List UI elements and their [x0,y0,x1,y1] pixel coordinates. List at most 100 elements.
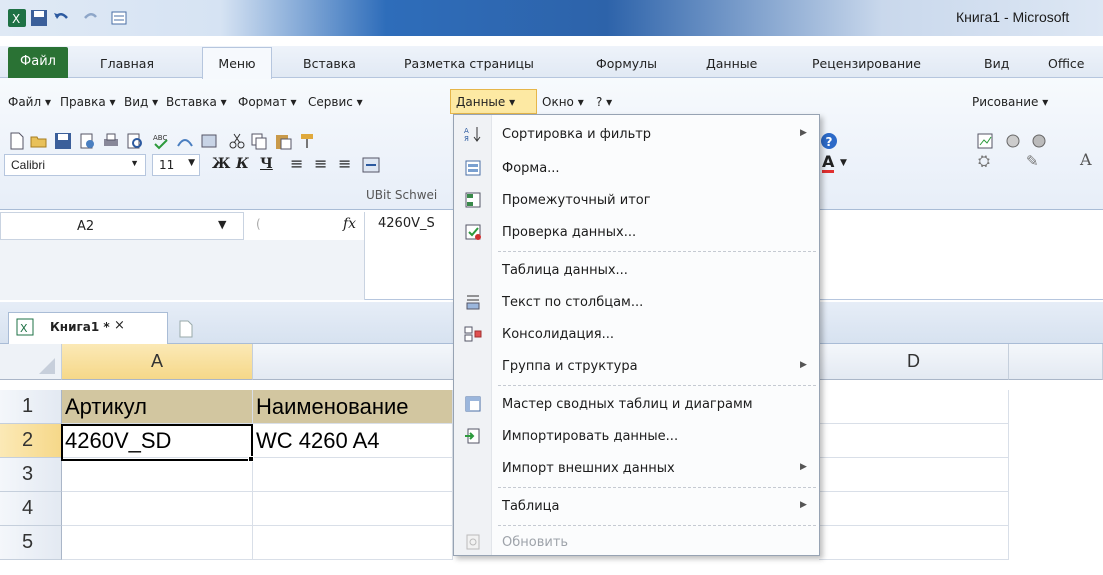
cell-d2[interactable] [819,424,1009,458]
name-box-dropdown-icon[interactable]: ▼ [218,218,226,231]
cell-b1[interactable]: Наименование [253,390,453,424]
menu-item-data-table[interactable]: Таблица данных... [454,255,819,287]
line-color-icon[interactable]: ✎ [1026,152,1039,170]
cell-d4[interactable] [819,492,1009,526]
undo-icon[interactable] [52,9,70,27]
tab-office[interactable]: Office [1048,52,1085,78]
menubar-help[interactable]: ? ▾ [596,95,612,109]
tab-page-layout[interactable]: Разметка страницы [404,52,534,78]
menu-item-group-outline[interactable]: Группа и структура ▶ [454,351,819,383]
row-header-5[interactable]: 5 [0,526,62,560]
cell-b3[interactable] [253,458,453,492]
cell-b4[interactable] [253,492,453,526]
open-folder-icon[interactable] [30,132,48,150]
new-workbook-icon[interactable] [178,320,194,338]
text-font-icon[interactable]: A [1080,150,1092,169]
permission-icon[interactable] [78,132,96,150]
cut-icon[interactable] [228,132,246,150]
select-all-corner[interactable] [0,344,62,380]
cell-d3[interactable] [819,458,1009,492]
fill-handle[interactable] [248,456,254,462]
cell-d5[interactable] [819,526,1009,560]
menubar-file[interactable]: Файл ▾ [8,95,51,109]
menubar-format[interactable]: Формат ▾ [238,95,297,109]
align-right-icon[interactable]: ≡ [338,154,351,173]
column-header-a[interactable]: A [62,344,253,380]
underline-icon[interactable]: Ч [260,156,273,172]
menu-item-subtotal[interactable]: Промежуточный итог [454,185,819,217]
row-header-4[interactable]: 4 [0,492,62,526]
menu-item-consolidate[interactable]: Консолидация... [454,319,819,351]
tab-data[interactable]: Данные [706,52,757,78]
cell-b2[interactable]: WC 4260 A4 [253,424,453,458]
align-center-icon[interactable]: ≡ [314,154,327,173]
size-dropdown-arrow-icon[interactable]: ▼ [188,158,195,168]
bold-icon[interactable]: Ж [212,156,230,172]
column-header-d[interactable]: D [819,344,1009,380]
redo-icon[interactable] [82,9,100,27]
font-color-arrow-icon[interactable]: ▼ [840,158,847,168]
paste-icon[interactable] [274,132,292,150]
menubar-window[interactable]: Окно ▾ [542,95,584,109]
menu-item-sort-filter[interactable]: АЯ Сортировка и фильтр ▶ [454,119,819,151]
tab-formulas[interactable]: Формулы [596,52,657,78]
cell-d1[interactable] [819,390,1009,424]
chart-icon[interactable] [976,132,994,150]
submenu-arrow-icon: ▶ [800,360,807,370]
cell-a5[interactable] [62,526,253,560]
menu-item-import-external[interactable]: Импорт внешних данных ▶ [454,453,819,485]
cell-a4[interactable] [62,492,253,526]
tab-view[interactable]: Вид [984,52,1009,78]
save-toolbar-icon[interactable] [54,132,72,150]
find-icon[interactable] [200,132,218,150]
font-name-box[interactable]: Calibri ▼ [4,154,146,176]
cell-b5[interactable] [253,526,453,560]
tab-insert[interactable]: Вставка [303,52,356,78]
copy-icon[interactable] [250,132,268,150]
name-box[interactable]: A2 [0,212,244,240]
help-icon[interactable]: ? [820,132,838,150]
menu-item-pivot-wizard[interactable]: Мастер сводных таблиц и диаграмм [454,389,819,421]
print-icon[interactable] [102,132,120,150]
merge-center-icon[interactable] [362,156,380,174]
menubar-tools[interactable]: Сервис ▾ [308,95,363,109]
font-dropdown-arrow-icon[interactable]: ▼ [130,158,139,168]
shapes-icon[interactable] [1004,132,1022,150]
format-painter-icon[interactable] [298,132,316,150]
insert-function-icon[interactable]: fx [343,216,356,232]
column-header-e[interactable] [1009,344,1103,380]
save-icon[interactable] [30,9,48,27]
tab-home[interactable]: Главная [100,52,154,78]
tab-review[interactable]: Рецензирование [812,52,921,78]
spelling-icon[interactable]: ABC [152,132,170,150]
menu-item-table[interactable]: Таблица ▶ [454,491,819,523]
new-document-icon[interactable] [8,132,26,150]
cell-a1[interactable]: Артикул [62,390,253,424]
tab-file[interactable]: Файл [8,47,68,78]
cell-a3[interactable] [62,458,253,492]
menu-item-data-validation[interactable]: Проверка данных... [454,217,819,249]
align-left-icon[interactable]: ≡ [290,154,303,173]
form-icon[interactable] [110,9,128,27]
menubar-drawing[interactable]: Рисование ▾ [972,95,1048,109]
menu-item-form[interactable]: Форма... [454,153,819,185]
menubar-edit[interactable]: Правка ▾ [60,95,116,109]
row-header-3[interactable]: 3 [0,458,62,492]
fill-color-icon[interactable]: ⛭ [978,152,990,170]
print-preview-icon[interactable] [126,132,144,150]
row-header-2[interactable]: 2 [0,424,62,458]
font-size-box[interactable]: 11 ▼ [152,154,200,176]
menubar-data[interactable]: Данные ▾ [456,95,515,109]
menu-item-text-to-columns[interactable]: Текст по столбцам... [454,287,819,319]
menubar-view[interactable]: Вид ▾ [124,95,158,109]
close-icon[interactable]: × [114,318,125,333]
formula-input[interactable]: 4260V_S [378,216,435,231]
menubar-insert[interactable]: Вставка ▾ [166,95,227,109]
tab-menu[interactable]: Меню [202,47,272,79]
menu-item-import-data[interactable]: Импортировать данные... [454,421,819,453]
font-color-icon[interactable]: A [822,154,835,173]
wordart-icon[interactable] [1030,132,1048,150]
row-header-1[interactable]: 1 [0,390,62,424]
research-icon[interactable] [176,132,194,150]
italic-icon[interactable]: К [236,156,249,172]
